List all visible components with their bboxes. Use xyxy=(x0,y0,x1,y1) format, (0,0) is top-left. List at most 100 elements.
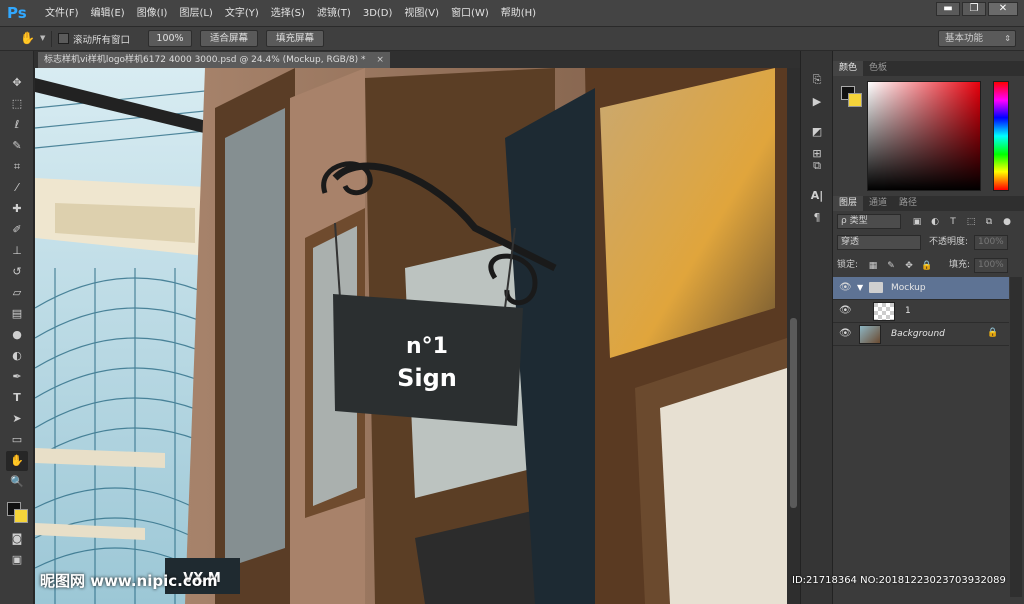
menu-file[interactable]: 文件(F) xyxy=(39,0,85,27)
menu-select[interactable]: 选择(S) xyxy=(265,0,311,27)
menu-edit[interactable]: 编辑(E) xyxy=(85,0,131,27)
menu-image[interactable]: 图像(I) xyxy=(131,0,174,27)
crop-icon[interactable]: ⌗ xyxy=(6,157,28,177)
layer-name: Background xyxy=(891,329,945,339)
filter-shape-icon[interactable]: ⬚ xyxy=(965,216,977,228)
lock-position-icon[interactable]: ✥ xyxy=(903,260,915,272)
dodge-icon[interactable]: ◐ xyxy=(6,346,28,366)
scroll-all-windows-checkbox[interactable] xyxy=(58,33,69,44)
menu-type[interactable]: 文字(Y) xyxy=(219,0,265,27)
document-tab[interactable]: 标志样机vi样机logo样机6172 4000 3000.psd @ 24.4%… xyxy=(38,52,390,68)
path-select-icon[interactable]: ➤ xyxy=(6,409,28,429)
history-icon[interactable]: ⎘ xyxy=(807,71,827,89)
eye-icon[interactable]: 👁 xyxy=(839,282,852,294)
layer-filter-select[interactable]: ρ 类型 xyxy=(837,214,901,229)
screen-mode-icon[interactable]: ▣ xyxy=(6,550,28,570)
properties-icon[interactable]: ⧉ xyxy=(807,157,827,175)
document-title: 标志样机vi样机logo样机6172 4000 3000.psd @ 24.4%… xyxy=(44,55,366,65)
filter-pixel-icon[interactable]: ▣ xyxy=(911,216,923,228)
filter-adjustment-icon[interactable]: ◐ xyxy=(929,216,941,228)
actions-play-icon[interactable]: ▶ xyxy=(807,93,827,111)
quick-select-icon[interactable]: ✎ xyxy=(6,136,28,156)
layers-scrollbar[interactable] xyxy=(1010,277,1022,597)
menu-window[interactable]: 窗口(W) xyxy=(445,0,495,27)
move-icon[interactable]: ✥ xyxy=(6,73,28,93)
hand-tool-preset-icon[interactable]: ✋ xyxy=(20,31,35,45)
scroll-thumb[interactable] xyxy=(790,318,797,508)
pen-icon[interactable]: ✒ xyxy=(6,367,28,387)
character-icon[interactable]: A| xyxy=(807,187,827,205)
layer-name: Mockup xyxy=(891,283,926,293)
document-tab-bar: 标志样机vi样机logo样机6172 4000 3000.psd @ 24.4%… xyxy=(34,51,800,68)
fill-screen-button[interactable]: 填充屏幕 xyxy=(266,30,324,47)
adjustments-icon[interactable]: ◩ xyxy=(807,123,827,141)
menu-list: 文件(F) 编辑(E) 图像(I) 图层(L) 文字(Y) 选择(S) 滤镜(T… xyxy=(39,0,542,27)
panel-icon-strip: ⎘ ▶ ◩ ⊞ ⧉ A| ¶ xyxy=(800,51,832,604)
layers-panel-tabs: 图层 通道 路径 xyxy=(833,196,1024,211)
mockup-photo: n°1 Sign VX M xyxy=(35,68,787,604)
canvas-vertical-scrollbar[interactable] xyxy=(787,68,800,604)
blend-mode-select[interactable]: 穿透 xyxy=(837,235,921,250)
lasso-icon[interactable]: ℓ xyxy=(6,115,28,135)
lock-image-icon[interactable]: ✎ xyxy=(885,260,897,272)
brush-icon[interactable]: ✐ xyxy=(6,220,28,240)
menu-view[interactable]: 视图(V) xyxy=(398,0,445,27)
hue-slider[interactable] xyxy=(993,81,1009,191)
layer-row-1[interactable]: 👁 1 xyxy=(833,300,1009,323)
fit-screen-button[interactable]: 适合屏幕 xyxy=(200,30,258,47)
tab-swatches[interactable]: 色板 xyxy=(863,61,893,76)
layer-row-background[interactable]: 👁 Background 🔒 xyxy=(833,323,1009,346)
close-window-button[interactable]: ✕ xyxy=(988,2,1018,16)
clone-stamp-icon[interactable]: ⊥ xyxy=(6,241,28,261)
filter-type-icon[interactable]: T xyxy=(947,216,959,228)
close-tab-icon[interactable]: × xyxy=(376,55,384,65)
blur-icon[interactable]: ● xyxy=(6,325,28,345)
layer-row-mockup[interactable]: 👁 ▼ Mockup xyxy=(833,277,1009,300)
tab-layers[interactable]: 图层 xyxy=(833,196,864,211)
marquee-icon[interactable]: ⬚ xyxy=(6,94,28,114)
background-color-swatch[interactable] xyxy=(14,509,28,523)
minimize-button[interactable]: ▬ xyxy=(936,2,960,16)
document-canvas[interactable]: n°1 Sign VX M xyxy=(35,68,787,604)
healing-brush-icon[interactable]: ✚ xyxy=(6,199,28,219)
type-icon[interactable]: T xyxy=(6,388,28,408)
hand-icon[interactable]: ✋ xyxy=(6,451,28,471)
filter-toggle-icon[interactable]: ● xyxy=(1001,216,1013,228)
sign-line1: n°1 xyxy=(406,334,448,359)
workspace-select[interactable]: 基本功能 ⇕ xyxy=(938,30,1016,47)
shape-icon[interactable]: ▭ xyxy=(6,430,28,450)
scroll-all-windows-label: 滚动所有窗口 xyxy=(73,35,131,46)
chevron-down-icon[interactable]: ▼ xyxy=(40,34,45,42)
zoom-100-button[interactable]: 100% xyxy=(148,30,192,47)
gradient-icon[interactable]: ▤ xyxy=(6,304,28,324)
menu-filter[interactable]: 滤镜(T) xyxy=(311,0,357,27)
eraser-icon[interactable]: ▱ xyxy=(6,283,28,303)
disclosure-triangle-icon[interactable]: ▼ xyxy=(857,283,863,292)
menu-layer[interactable]: 图层(L) xyxy=(173,0,218,27)
color-picker-field[interactable] xyxy=(867,81,981,191)
paragraph-icon[interactable]: ¶ xyxy=(807,209,827,227)
restore-button[interactable]: ❐ xyxy=(962,2,986,16)
history-brush-icon[interactable]: ↺ xyxy=(6,262,28,282)
tab-paths[interactable]: 路径 xyxy=(893,196,923,211)
filter-smart-object-icon[interactable]: ⧉ xyxy=(983,216,995,228)
quick-mask-icon[interactable]: ◙ xyxy=(6,529,28,549)
lock-transparent-icon[interactable]: ▦ xyxy=(867,260,879,272)
eye-icon[interactable]: 👁 xyxy=(839,328,852,340)
eyedropper-icon[interactable]: ⁄ xyxy=(6,178,28,198)
right-panels: 颜色 色板 图层 通道 路径 ρ 类型 ▣ ◐ T ⬚ ⧉ ● 穿透 不透明度:… xyxy=(832,51,1024,604)
lock-label: 锁定: xyxy=(837,260,859,270)
menu-3d[interactable]: 3D(D) xyxy=(357,0,399,27)
zoom-icon[interactable]: 🔍 xyxy=(6,472,28,492)
menu-help[interactable]: 帮助(H) xyxy=(495,0,542,27)
fill-input[interactable]: 100% xyxy=(974,258,1008,273)
sign-line2: Sign xyxy=(397,364,457,392)
opacity-input[interactable]: 100% xyxy=(974,235,1008,250)
eye-icon[interactable]: 👁 xyxy=(839,305,852,317)
tab-color[interactable]: 颜色 xyxy=(833,61,864,76)
fill-label: 填充: xyxy=(949,260,971,270)
lock-all-icon[interactable]: 🔒 xyxy=(921,260,933,272)
background-color-chip[interactable] xyxy=(848,93,862,107)
tab-channels[interactable]: 通道 xyxy=(863,196,893,211)
menu-bar: Ps 文件(F) 编辑(E) 图像(I) 图层(L) 文字(Y) 选择(S) 滤… xyxy=(0,0,1024,27)
